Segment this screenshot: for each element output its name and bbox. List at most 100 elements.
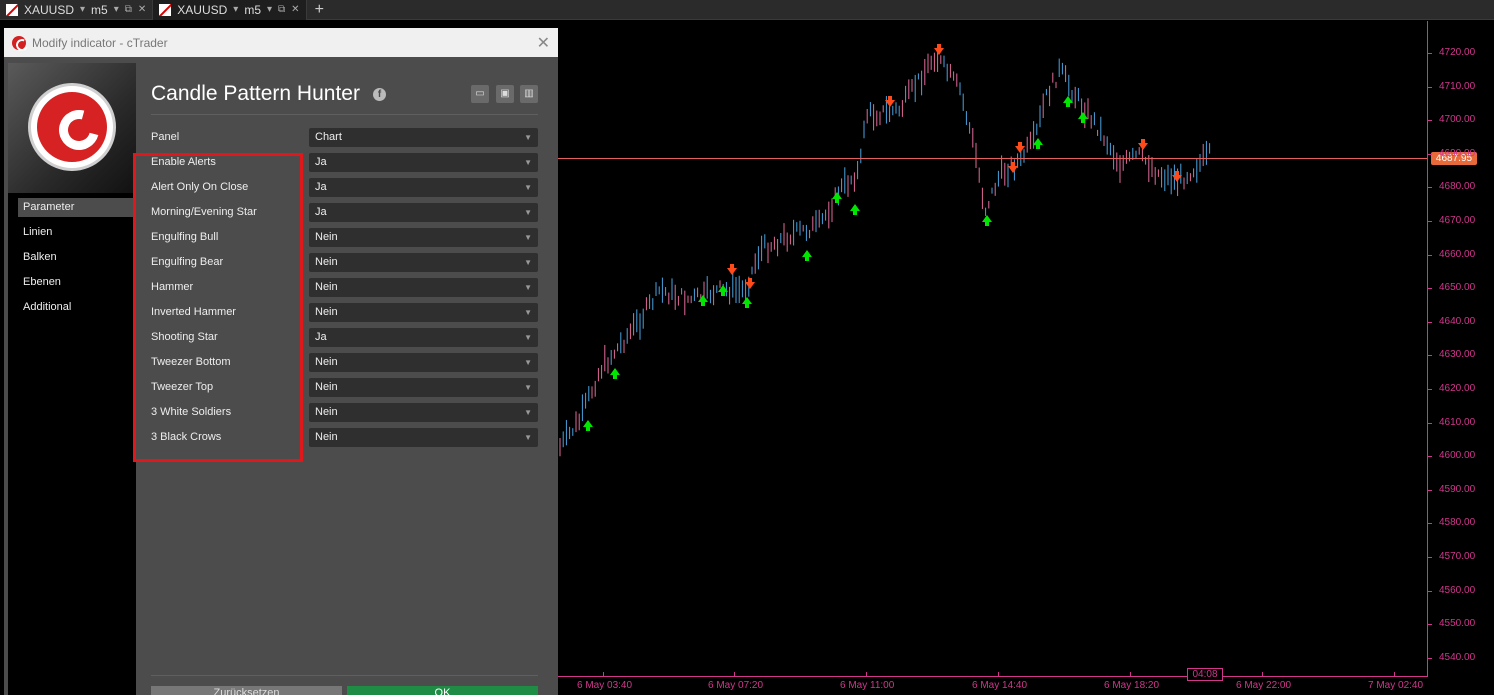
param-select[interactable]: Nein ▼ [309, 403, 538, 422]
tab-timeframe[interactable]: m5 [91, 3, 108, 17]
param-select-value: Nein [315, 356, 338, 368]
price-tick-mark [1428, 288, 1432, 290]
dialog-sidebar: Parameter Linien Balken Ebenen Additiona… [8, 63, 136, 695]
param-select-value: Chart [315, 131, 342, 143]
bullish-signal-arrow-icon [583, 420, 593, 431]
divider [151, 114, 538, 115]
close-icon[interactable]: ✕ [537, 33, 550, 53]
param-select[interactable]: Nein ▼ [309, 278, 538, 297]
bullish-signal-arrow-icon [850, 204, 860, 215]
price-tick-mark [1428, 355, 1432, 357]
chevron-down-icon[interactable]: ▾ [114, 4, 119, 15]
chevron-down-icon[interactable]: ▾ [80, 4, 85, 15]
price-tick-label: 4580.00 [1439, 517, 1476, 529]
price-tick-label: 4560.00 [1439, 584, 1476, 596]
nav-parameter[interactable]: Parameter [18, 198, 136, 217]
close-icon[interactable]: ✕ [291, 4, 299, 15]
logo-red-disc [37, 92, 107, 162]
chevron-down-icon: ▼ [524, 258, 532, 267]
price-tick-label: 4670.00 [1439, 215, 1476, 226]
price-tick-label: 4680.00 [1439, 181, 1476, 193]
param-select[interactable]: Nein ▼ [309, 378, 538, 397]
nav-balken[interactable]: Balken [18, 248, 136, 267]
param-label: Engulfing Bull [151, 231, 219, 243]
time-axis[interactable] [558, 676, 1428, 677]
param-label: 3 White Soldiers [151, 406, 232, 418]
close-icon[interactable]: ✕ [138, 4, 146, 15]
detach-icon[interactable]: ⧉ [278, 4, 285, 15]
param-label: Morning/Evening Star [151, 206, 257, 218]
time-tick-mark [734, 672, 735, 676]
symbol-icon [6, 3, 18, 16]
time-tick-mark [866, 672, 867, 676]
param-select-value: Ja [315, 156, 327, 168]
param-label: Shooting Star [151, 331, 218, 343]
param-select[interactable]: Nein ▼ [309, 303, 538, 322]
param-select[interactable]: Ja ▼ [309, 328, 538, 347]
bearish-signal-arrow-icon [934, 44, 944, 55]
param-select[interactable]: Nein ▼ [309, 428, 538, 447]
detach-icon[interactable]: ⧉ [125, 4, 132, 15]
time-tick-label: 7 May 02:40 [1368, 680, 1424, 691]
chevron-down-icon: ▼ [524, 358, 532, 367]
param-select-value: Nein [315, 306, 338, 318]
ctrader-window: XAUUSD ▾ m5 ▾ ⧉ ✕ XAUUSD ▾ m5 ▾ ⧉ ✕ + 46… [0, 0, 1494, 695]
param-select-value: Ja [315, 331, 327, 343]
chevron-down-icon[interactable]: ▾ [233, 4, 238, 15]
ok-button[interactable]: OK [347, 686, 538, 695]
param-label: Tweezer Top [151, 381, 214, 393]
nav-linien[interactable]: Linien [18, 223, 136, 242]
time-tick-label: 6 May 22:00 [1236, 680, 1292, 691]
chart-tab-1[interactable]: XAUUSD ▾ m5 ▾ ⧉ ✕ [0, 0, 154, 20]
chevron-down-icon: ▼ [524, 183, 532, 192]
time-tick-mark [1130, 672, 1131, 676]
save-icon[interactable]: ▣ [496, 85, 514, 103]
price-tick-mark [1428, 86, 1432, 88]
chart-tab-2[interactable]: XAUUSD ▾ m5 ▾ ⧉ ✕ [153, 0, 307, 20]
bearish-signal-arrow-icon [1008, 162, 1018, 173]
tab-timeframe[interactable]: m5 [244, 3, 261, 17]
param-select[interactable]: Ja ▼ [309, 153, 538, 172]
price-tick-mark [1428, 456, 1432, 458]
price-tick-mark [1428, 523, 1432, 525]
param-select[interactable]: Chart ▼ [309, 128, 538, 147]
ctrader-logo [8, 63, 136, 193]
param-select[interactable]: Nein ▼ [309, 353, 538, 372]
facebook-icon[interactable]: f [373, 88, 386, 101]
price-tick-label: 4600.00 [1439, 450, 1476, 462]
price-tick-mark [1428, 221, 1432, 222]
param-select-value: Nein [315, 381, 338, 393]
price-tick-label: 4590.00 [1439, 483, 1476, 495]
bullish-signal-arrow-icon [610, 368, 620, 379]
param-label: Engulfing Bear [151, 256, 224, 268]
dialog-titlebar: Modify indicator - cTrader ✕ [4, 28, 558, 57]
nav-additional[interactable]: Additional [18, 298, 136, 317]
tab-symbol: XAUUSD [177, 2, 228, 17]
open-folder-icon[interactable]: ▭ [471, 85, 489, 103]
time-tick-label: 6 May 03:40 [577, 680, 633, 691]
trash-icon[interactable]: ▥ [520, 85, 538, 103]
reset-button[interactable]: Zurücksetzen [151, 686, 342, 695]
bullish-signal-arrow-icon [1063, 96, 1073, 107]
time-countdown-badge: 04:08 [1187, 668, 1223, 681]
price-tick-label: 4550.00 [1439, 618, 1476, 630]
chevron-down-icon: ▼ [524, 133, 532, 142]
bullish-signal-arrow-icon [718, 285, 728, 296]
param-select[interactable]: Ja ▼ [309, 203, 538, 222]
chevron-down-icon: ▼ [524, 158, 532, 167]
price-tick-mark [1428, 187, 1432, 189]
add-tab-icon[interactable]: + [307, 1, 332, 19]
chevron-down-icon[interactable]: ▾ [267, 4, 272, 15]
ctrader-logo-icon [12, 35, 26, 50]
nav-ebenen[interactable]: Ebenen [18, 273, 136, 292]
time-tick-mark [1394, 672, 1395, 676]
bearish-signal-arrow-icon [1138, 139, 1148, 150]
price-tick-mark [1428, 53, 1432, 54]
param-select[interactable]: Ja ▼ [309, 178, 538, 197]
price-tick-mark [1428, 624, 1432, 626]
chevron-down-icon: ▼ [524, 433, 532, 442]
param-select[interactable]: Nein ▼ [309, 253, 538, 272]
param-select[interactable]: Nein ▼ [309, 228, 538, 247]
time-tick-label: 6 May 18:20 [1104, 680, 1160, 691]
price-tick-mark [1428, 153, 1432, 155]
